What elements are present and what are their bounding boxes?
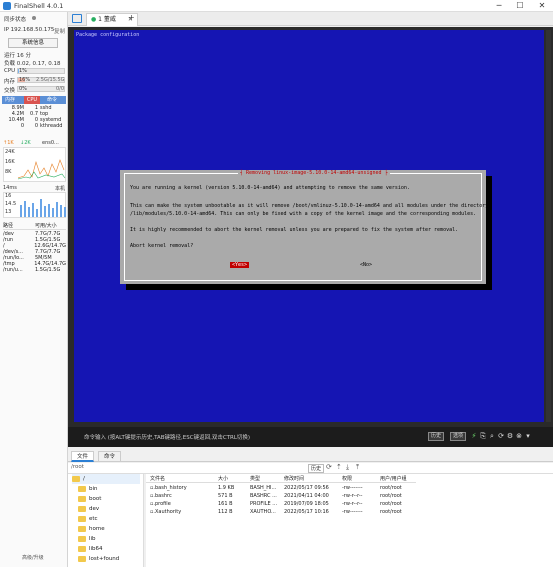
add-tab-button[interactable]: + xyxy=(128,13,135,22)
gear-icon[interactable] xyxy=(32,16,36,20)
cpu-value: 1% xyxy=(19,68,27,74)
upgrade-link[interactable]: 高级/升级 xyxy=(22,554,44,561)
sysinfo-button[interactable]: 系统信息 xyxy=(8,38,58,48)
uptime: 运行 16 分 xyxy=(4,53,31,59)
cpu-label: CPU xyxy=(4,68,16,74)
dialog-line: You are running a kernel (version 5.10.0… xyxy=(130,185,410,191)
directory-tree: / bin boot dev etc home lib lib64 lost+f… xyxy=(68,474,144,567)
maximize-icon[interactable]: ☐ xyxy=(511,0,529,12)
tree-item[interactable]: bin xyxy=(78,484,98,494)
latency-value: 14ms xyxy=(3,185,17,191)
tab-commands[interactable]: 命令 xyxy=(98,451,122,462)
path-input[interactable]: /root xyxy=(71,464,84,470)
more-icon[interactable]: ▾ xyxy=(524,432,532,441)
tree-item[interactable]: boot xyxy=(78,494,101,504)
file-row[interactable]: ▫ .bash_history 1.9 KB BASH_HI... 2022/05/1… xyxy=(146,484,416,492)
file-row[interactable]: ▫ .profile 161 B PROFILE ... 2019/07/09 18:… xyxy=(146,500,416,508)
refresh-icon[interactable]: ⟳ xyxy=(326,463,332,471)
dialog-title: ┤ Removing linux-image-5.10.0-14-amd64-u… xyxy=(238,170,390,176)
swap-label: 交换 xyxy=(4,88,16,94)
process-row: 0 0 kthreadd xyxy=(20,123,63,129)
tab-mem[interactable]: 内存 xyxy=(2,96,24,104)
swap-percent: 0% xyxy=(19,86,27,92)
file-list: 文件名 大小 类型 修改时间 权限 用户/用户组 ▫ .bash_history… xyxy=(146,474,553,567)
disk-row: /run/u... 1.5G/1.5G xyxy=(3,267,61,273)
sidebar: 同步状态 IP 192.168.50.175 复制 系统信息 运行 16 分 负… xyxy=(0,12,68,567)
dialog-line: It is highly recommended to abort the ke… xyxy=(130,227,459,233)
tab-cpu[interactable]: CPU xyxy=(24,96,40,104)
net-graph xyxy=(18,159,66,180)
no-button[interactable]: <No> xyxy=(360,262,372,268)
latency-graph xyxy=(20,199,66,217)
path-bar: /root 历史 ⟳ ⇡ ⤓ ⤒ xyxy=(68,463,553,474)
copy-link[interactable]: 复制 xyxy=(54,27,65,35)
tree-item[interactable]: home xyxy=(78,524,105,534)
command-bar: 命令输入 (按ALT键提示历史,TAB键路径,ESC键返回,双击CTRL切换) … xyxy=(68,427,553,447)
tree-item[interactable]: etc xyxy=(78,514,98,524)
copy-icon[interactable]: ⎘ xyxy=(479,432,487,441)
net-down: ↓2K xyxy=(20,140,31,146)
app-icon xyxy=(3,2,11,10)
tab-files[interactable]: 文件 xyxy=(71,451,95,462)
close-icon[interactable]: ✕ xyxy=(533,0,551,12)
kernel-removal-dialog: ┤ Removing linux-image-5.10.0-14-amd64-u… xyxy=(120,170,489,284)
file-row[interactable]: ▫ .Xauthority 112 B XAUTHO... 2022/05/17 10… xyxy=(146,508,416,516)
process-header: 内存 CPU 命令 xyxy=(2,96,66,104)
net-interface[interactable]: ens0... xyxy=(42,140,59,146)
history-button[interactable]: 历史 xyxy=(428,432,445,441)
status-dot-icon: ● xyxy=(91,16,97,23)
file-row[interactable]: ▫ .bashrc 571 B BASHRC ... 2021/04/11 04:00… xyxy=(146,492,416,500)
terminal[interactable]: Package configuration ┤ Removing linux-i… xyxy=(68,27,553,427)
up-folder-icon[interactable]: ⇡ xyxy=(336,463,342,471)
sync-status: 同步状态 xyxy=(4,17,27,23)
debconf-screen: Package configuration ┤ Removing linux-i… xyxy=(74,30,544,422)
stop-icon[interactable]: ⊗ xyxy=(515,432,523,441)
lightning-icon[interactable]: ⚡ xyxy=(470,432,478,441)
title-bar: FinalShell 4.0.1 ─ ☐ ✕ xyxy=(0,0,553,12)
ip-address: IP 192.168.50.175 xyxy=(4,27,55,33)
load-average: 负载 0.02, 0.17, 0.18 xyxy=(4,61,61,67)
net-chart: 24K 16K 8K xyxy=(3,147,66,182)
tree-item[interactable]: lost+found xyxy=(78,554,119,564)
tree-item[interactable]: dev xyxy=(78,504,99,514)
swap-value: 0/0 xyxy=(56,86,65,92)
net-up: ↑1K xyxy=(3,140,14,146)
settings-icon[interactable]: ⚙ xyxy=(506,432,514,441)
download-icon[interactable]: ⤓ xyxy=(346,463,349,472)
path-history-button[interactable]: 历史 xyxy=(308,464,325,473)
tree-item[interactable]: lib64 xyxy=(78,544,103,554)
latency-host[interactable]: 本机 xyxy=(55,185,65,192)
process-list: 8.9M 1 sshd 4.2M 0.7 top 10.4M 0 systemd 0 0 kth… xyxy=(2,105,66,129)
package-config-header: Package configuration xyxy=(76,32,140,38)
upload-icon[interactable]: ⤒ xyxy=(356,463,359,472)
dialog-line: /lib/modules/5.10.0-14-amd64. This can o… xyxy=(130,211,477,217)
mem-percent: 16% xyxy=(19,77,31,83)
file-list-header: 文件名 大小 类型 修改时间 权限 用户/用户组 xyxy=(146,475,416,483)
window-title: FinalShell 4.0.1 xyxy=(14,2,64,10)
session-tabbar: ● 1 董威 ✕ + xyxy=(68,12,553,26)
tree-item[interactable]: lib xyxy=(78,534,96,544)
terminal-scrollbar[interactable] xyxy=(546,30,551,422)
mem-value: 2.5G/15.5G xyxy=(36,77,65,83)
mem-label: 内存 xyxy=(4,79,16,85)
disk-table: 路径 可用/大小 /dev 7.7G/7.7G /run 1.5G/1.5G /12.… xyxy=(3,222,66,273)
latency-chart: 16 14.5 13 xyxy=(3,192,66,218)
minimize-icon[interactable]: ─ xyxy=(490,0,508,12)
tree-item[interactable]: / xyxy=(72,474,140,484)
bottom-tabbar: 文件 命令 xyxy=(68,450,553,462)
command-input[interactable]: 命令输入 (按ALT键提示历史,TAB键路径,ESC键返回,双击CTRL切换) xyxy=(84,433,250,441)
tab-cmd[interactable]: 命令 xyxy=(40,96,64,104)
options-button[interactable]: 选项 xyxy=(450,432,467,441)
dialog-line: This can make the system unbootable as i… xyxy=(130,203,489,209)
refresh-icon[interactable]: ⟳ xyxy=(497,432,505,441)
yes-button[interactable]: <Yes> xyxy=(230,262,250,268)
search-icon[interactable]: ⌕ xyxy=(488,432,496,441)
folder-icon[interactable] xyxy=(72,14,82,23)
disk-header: 路径 可用/大小 xyxy=(3,222,66,230)
dialog-line: Abort kernel removal? xyxy=(130,243,194,249)
